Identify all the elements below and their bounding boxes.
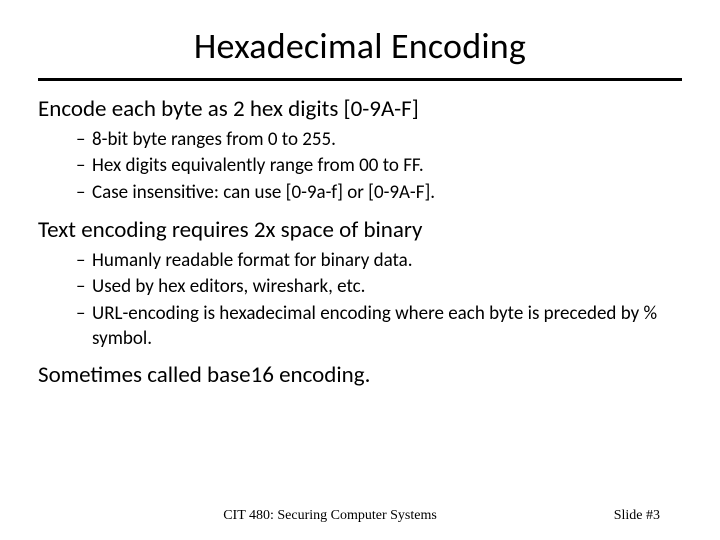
list-item: Used by hex editors, wireshark, etc. [76,275,682,300]
list-item: Case insensitive: can use [0-9a-f] or [0… [76,181,682,206]
list-item: 8-bit byte ranges from 0 to 255. [76,128,682,153]
list-item: Humanly readable format for binary data. [76,249,682,274]
slide-title: Hexadecimal Encoding [38,24,682,68]
footer: CIT 480: Securing Computer Systems Slide… [0,508,720,524]
footer-course: CIT 480: Securing Computer Systems [0,508,660,524]
section-heading-0: Encode each byte as 2 hex digits [0-9A-F… [38,95,682,124]
title-underline [38,78,682,81]
section-heading-2: Sometimes called base16 encoding. [38,361,682,390]
list-item: Hex digits equivalently range from 00 to… [76,154,682,179]
list-item: URL-encoding is hexadecimal encoding whe… [76,302,682,351]
bullet-list-1: Humanly readable format for binary data.… [76,249,682,352]
slide: Hexadecimal Encoding Encode each byte as… [0,0,720,540]
section-heading-1: Text encoding requires 2x space of binar… [38,216,682,245]
bullet-list-0: 8-bit byte ranges from 0 to 255. Hex dig… [76,128,682,206]
footer-slide-number: Slide #3 [614,508,660,524]
